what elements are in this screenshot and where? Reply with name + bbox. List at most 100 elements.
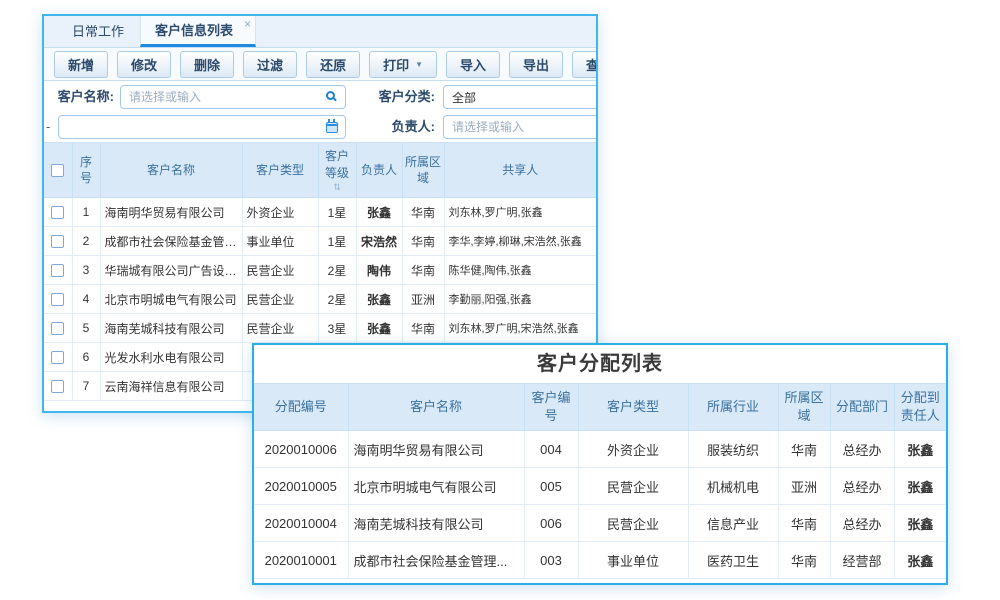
column-header-label: 客户编号 bbox=[527, 389, 576, 424]
restore-button[interactable]: 还原 bbox=[306, 51, 360, 78]
customer-name-label: 客户名称: bbox=[52, 82, 114, 112]
cell-type: 外资企业 bbox=[578, 431, 688, 468]
button-label: 导出 bbox=[523, 55, 549, 74]
cell-dept: 总经办 bbox=[830, 468, 894, 505]
customer-allocation-panel: 客户分配列表 分配编号客户名称客户编号客户类型所属行业所属区域分配部门分配到责任… bbox=[252, 343, 948, 585]
cell-assignee[interactable]: 张鑫 bbox=[894, 542, 946, 579]
cell-name[interactable]: 云南海祥信息有限公司 bbox=[100, 372, 242, 401]
column-header-level[interactable]: 客户等级⇅ bbox=[318, 143, 356, 198]
edit-button[interactable]: 修改 bbox=[117, 51, 171, 78]
cell-name[interactable]: 海南明华贸易有限公司 bbox=[100, 198, 242, 227]
column-header-label: 客户类型 bbox=[245, 162, 316, 178]
column-header-label: 共享人 bbox=[447, 162, 595, 178]
table-row: 2020010001成都市社会保险基金管理...003事业单位医药卫生华南经营部… bbox=[254, 542, 946, 579]
column-header-label: 所属行业 bbox=[691, 398, 776, 416]
delete-button[interactable]: 删除 bbox=[180, 51, 234, 78]
owner-label: 负责人: bbox=[344, 112, 435, 142]
cell-name[interactable]: 北京市明城电气有限公司 bbox=[100, 285, 242, 314]
cell-shared: 陈华健,陶伟,张鑫 bbox=[444, 256, 596, 285]
customer-category-value: 全部 bbox=[452, 89, 476, 106]
cell-assignee[interactable]: 张鑫 bbox=[894, 505, 946, 542]
add-button[interactable]: 新增 bbox=[54, 51, 108, 78]
owner-input[interactable] bbox=[443, 115, 598, 139]
cell-cust_no: 006 bbox=[524, 505, 578, 542]
column-header-num[interactable]: 序号 bbox=[72, 143, 100, 198]
cell-region: 华南 bbox=[778, 542, 830, 579]
sort-icon[interactable]: ⇅ bbox=[321, 183, 354, 192]
row-checkbox[interactable] bbox=[51, 206, 64, 219]
cell-num: 4 bbox=[72, 285, 100, 314]
cell-owner[interactable]: 陶伟 bbox=[356, 256, 402, 285]
search-icon[interactable] bbox=[325, 90, 339, 104]
cell-alloc_no[interactable]: 2020010004 bbox=[254, 505, 348, 542]
column-header-type[interactable]: 客户类型 bbox=[242, 143, 318, 198]
row-checkbox-cell bbox=[44, 343, 72, 372]
tab-customer-info-list[interactable]: 客户信息列表× bbox=[140, 16, 256, 47]
cell-name[interactable]: 北京市明城电气有限公司 bbox=[348, 468, 524, 505]
cell-type: 民营企业 bbox=[242, 285, 318, 314]
button-label: 还原 bbox=[320, 55, 346, 74]
cell-num: 5 bbox=[72, 314, 100, 343]
cell-dept: 总经办 bbox=[830, 431, 894, 468]
view-log-button[interactable]: 查看日志 bbox=[572, 51, 598, 78]
cell-assignee[interactable]: 张鑫 bbox=[894, 468, 946, 505]
customer-category-select[interactable]: 全部 bbox=[443, 85, 598, 109]
cell-name[interactable]: 海南明华贸易有限公司 bbox=[348, 431, 524, 468]
cell-alloc_no[interactable]: 2020010005 bbox=[254, 468, 348, 505]
tab-bar: 日常工作 客户信息列表× bbox=[44, 16, 596, 48]
select-all-checkbox[interactable] bbox=[51, 164, 64, 177]
cell-owner[interactable]: 张鑫 bbox=[356, 285, 402, 314]
table-row: 4北京市明城电气有限公司民营企业2星张鑫亚洲李勤丽,阳强,张鑫 bbox=[44, 285, 596, 314]
button-label: 修改 bbox=[131, 55, 157, 74]
cell-num: 1 bbox=[72, 198, 100, 227]
row-checkbox[interactable] bbox=[51, 351, 64, 364]
customer-name-input[interactable] bbox=[120, 85, 346, 109]
cell-alloc_no[interactable]: 2020010006 bbox=[254, 431, 348, 468]
cell-name[interactable]: 海南芜城科技有限公司 bbox=[348, 505, 524, 542]
column-header-owner[interactable]: 负责人 bbox=[356, 143, 402, 198]
cell-dept: 经营部 bbox=[830, 542, 894, 579]
cell-region: 亚洲 bbox=[778, 468, 830, 505]
cell-name[interactable]: 光发水利水电有限公司 bbox=[100, 343, 242, 372]
tab-label: 日常工作 bbox=[72, 24, 124, 39]
import-button[interactable]: 导入 bbox=[446, 51, 500, 78]
cell-owner[interactable]: 张鑫 bbox=[356, 198, 402, 227]
print-button[interactable]: 打印▼ bbox=[369, 51, 437, 78]
column-header-shared[interactable]: 共享人 bbox=[444, 143, 596, 198]
row-checkbox-cell bbox=[44, 372, 72, 401]
filter-button[interactable]: 过滤 bbox=[243, 51, 297, 78]
button-label: 导入 bbox=[460, 55, 486, 74]
button-label: 过滤 bbox=[257, 55, 283, 74]
button-label: 查看日志 bbox=[586, 55, 598, 74]
row-checkbox[interactable] bbox=[51, 293, 64, 306]
column-header-label: 分配编号 bbox=[256, 398, 346, 416]
calendar-icon[interactable] bbox=[325, 120, 339, 134]
cell-alloc_no[interactable]: 2020010001 bbox=[254, 542, 348, 579]
row-checkbox-cell bbox=[44, 314, 72, 343]
cell-cust_no: 004 bbox=[524, 431, 578, 468]
cell-owner[interactable]: 张鑫 bbox=[356, 314, 402, 343]
column-header-label: 客户名称 bbox=[351, 398, 522, 416]
date-input[interactable] bbox=[58, 115, 346, 139]
tab-daily-work[interactable]: 日常工作 bbox=[56, 16, 140, 47]
row-checkbox[interactable] bbox=[51, 235, 64, 248]
row-checkbox[interactable] bbox=[51, 264, 64, 277]
row-checkbox[interactable] bbox=[51, 322, 64, 335]
cell-shared: 刘东林,罗广明,张鑫 bbox=[444, 198, 596, 227]
row-checkbox[interactable] bbox=[51, 380, 64, 393]
select-all-checkbox-cell[interactable] bbox=[44, 143, 72, 198]
cell-name[interactable]: 华瑞城有限公司广告设计部 bbox=[100, 256, 242, 285]
cell-assignee[interactable]: 张鑫 bbox=[894, 431, 946, 468]
close-tab-icon[interactable]: × bbox=[244, 18, 251, 30]
cell-owner[interactable]: 宋浩然 bbox=[356, 227, 402, 256]
column-header-name[interactable]: 客户名称 bbox=[100, 143, 242, 198]
cell-name[interactable]: 成都市社会保险基金管理... bbox=[100, 227, 242, 256]
cell-name[interactable]: 海南芜城科技有限公司 bbox=[100, 314, 242, 343]
row-checkbox-cell bbox=[44, 227, 72, 256]
export-button[interactable]: 导出 bbox=[509, 51, 563, 78]
button-label: 新增 bbox=[68, 55, 94, 74]
column-header-alloc_no: 分配编号 bbox=[254, 384, 348, 431]
caret-down-icon: ▼ bbox=[415, 60, 423, 69]
column-header-region[interactable]: 所属区域 bbox=[402, 143, 444, 198]
cell-name[interactable]: 成都市社会保险基金管理... bbox=[348, 542, 524, 579]
